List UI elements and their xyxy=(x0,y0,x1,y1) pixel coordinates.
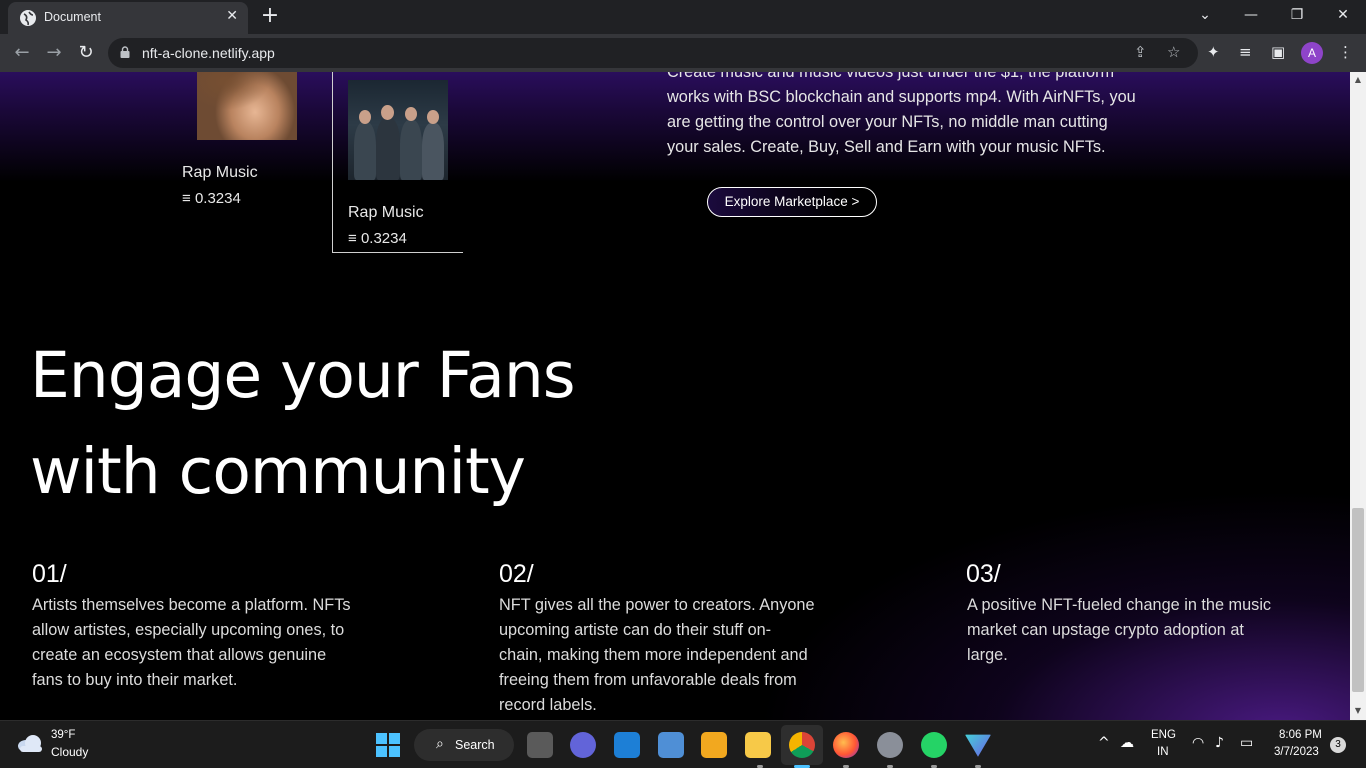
nft-card-price: ≡ 0.3234 xyxy=(348,230,407,247)
feature-number: 03/ xyxy=(966,560,1001,588)
nft-card-image-portrait[interactable] xyxy=(197,72,297,140)
weather-condition[interactable]: Cloudy xyxy=(51,745,88,759)
close-window-button[interactable]: ✕ xyxy=(1320,0,1366,30)
tab-title: Document xyxy=(44,10,101,24)
nft-card-price: ≡ 0.3234 xyxy=(182,190,241,207)
input-language[interactable]: ENG xyxy=(1151,729,1176,741)
settings-gear-icon[interactable] xyxy=(877,732,903,758)
show-hidden-icons-chevron-icon[interactable]: ^ xyxy=(1098,735,1110,751)
windows-start-icon[interactable] xyxy=(376,733,400,757)
tab-search-chevron-icon[interactable]: ⌄ xyxy=(1182,0,1228,30)
feature-text: NFT gives all the power to creators. Any… xyxy=(499,596,815,714)
microsoft-store-icon[interactable] xyxy=(701,732,727,758)
restore-button[interactable]: ❐ xyxy=(1274,0,1320,30)
media-controls-icon[interactable]: ≡ xyxy=(1239,43,1252,61)
side-panel-icon[interactable]: ▣ xyxy=(1271,43,1285,61)
onedrive-cloud-icon[interactable]: ☁ xyxy=(1120,735,1134,751)
feature-number: 01/ xyxy=(32,560,67,588)
new-tab-button[interactable]: + xyxy=(258,3,282,28)
search-label: Search xyxy=(455,738,495,752)
feature-text: A positive NFT-fueled change in the musi… xyxy=(967,596,1272,664)
forward-arrow-icon[interactable]: → xyxy=(40,39,68,67)
section-headline: Engage your Fans with community xyxy=(30,339,576,508)
file-explorer-icon[interactable] xyxy=(745,732,771,758)
share-icon[interactable]: ⇪ xyxy=(1134,43,1147,61)
calculator-icon[interactable] xyxy=(658,732,684,758)
clock-time[interactable]: 8:06 PM xyxy=(1279,729,1322,741)
reload-icon[interactable]: ↻ xyxy=(72,39,100,67)
volume-icon[interactable]: ♪ xyxy=(1215,735,1224,751)
battery-icon[interactable]: ▭ xyxy=(1240,735,1253,751)
url-text: nft-a-clone.netlify.app xyxy=(142,45,275,61)
minimize-button[interactable]: — xyxy=(1228,0,1274,30)
feature-number: 02/ xyxy=(499,560,534,588)
scroll-up-arrow-icon[interactable]: ▲ xyxy=(1350,72,1366,88)
wifi-icon[interactable]: ◠ xyxy=(1192,735,1204,751)
nft-card-title[interactable]: Rap Music xyxy=(348,204,424,222)
browser-tab[interactable]: Document ✕ xyxy=(8,2,248,34)
bookmark-star-icon[interactable]: ☆ xyxy=(1167,43,1180,61)
web-page: Rap Music ≡ 0.3234 Rap Music ≡ 0.3234 Cr… xyxy=(0,72,1350,720)
task-view-icon[interactable] xyxy=(527,732,553,758)
scrollbar-thumb[interactable] xyxy=(1352,508,1364,692)
whatsapp-icon[interactable] xyxy=(921,732,947,758)
windows-taskbar: 39°F Cloudy ⌕ Search ^ ☁ ENG IN ◠ ♪ ▭ 8:… xyxy=(0,720,1366,768)
scroll-down-arrow-icon[interactable]: ▼ xyxy=(1350,703,1366,719)
input-region[interactable]: IN xyxy=(1157,746,1169,758)
close-tab-icon[interactable]: ✕ xyxy=(226,8,238,24)
firefox-icon[interactable] xyxy=(833,732,859,758)
lock-icon[interactable] xyxy=(120,46,130,58)
globe-icon xyxy=(20,10,36,26)
notification-badge[interactable]: 3 xyxy=(1330,737,1346,753)
explore-marketplace-button[interactable]: Explore Marketplace > xyxy=(707,187,877,217)
weather-temperature[interactable]: 39°F xyxy=(51,729,75,741)
cloud-weather-icon[interactable] xyxy=(16,733,44,753)
mail-icon[interactable] xyxy=(614,732,640,758)
address-bar[interactable]: nft-a-clone.netlify.app ⇪ ☆ xyxy=(108,38,1198,68)
nft-card-image-band[interactable] xyxy=(348,80,448,180)
feature-text: Artists themselves become a platform. NF… xyxy=(32,596,351,689)
ethereum-icon: ≡ xyxy=(348,230,357,247)
clock-date[interactable]: 3/7/2023 xyxy=(1274,746,1319,758)
browser-tab-bar: Document ✕ + ⌄ — ❐ ✕ xyxy=(0,0,1366,34)
taskbar-search-button[interactable]: ⌕ Search xyxy=(414,729,514,761)
profile-avatar[interactable]: A xyxy=(1301,42,1323,64)
browser-toolbar: ← → ↻ nft-a-clone.netlify.app ⇪ ☆ ✦ ≡ ▣ … xyxy=(0,34,1366,72)
nft-card-title[interactable]: Rap Music xyxy=(182,164,258,182)
search-icon: ⌕ xyxy=(436,736,444,752)
ethereum-icon: ≡ xyxy=(182,190,191,207)
back-arrow-icon[interactable]: ← xyxy=(8,39,36,67)
vpn-triangle-icon[interactable] xyxy=(965,734,991,757)
chrome-icon[interactable] xyxy=(789,732,815,758)
teams-chat-icon[interactable] xyxy=(570,732,596,758)
extensions-puzzle-icon[interactable]: ✦ xyxy=(1207,43,1220,61)
marketplace-description: Create music and music videos just under… xyxy=(667,72,1136,156)
kebab-menu-icon[interactable]: ⋮ xyxy=(1338,43,1353,61)
